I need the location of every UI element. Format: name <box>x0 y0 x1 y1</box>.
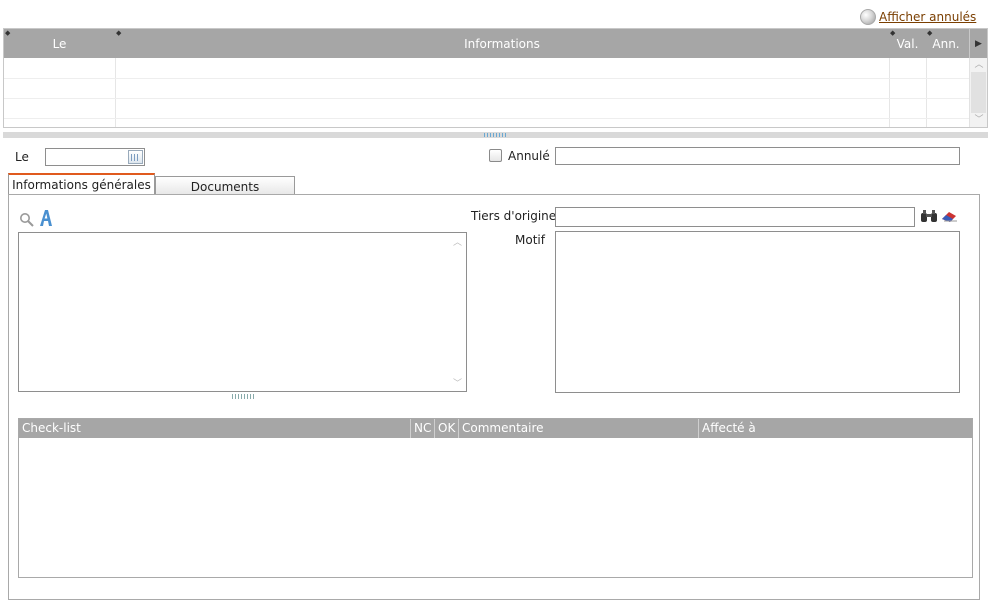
eraser-icon[interactable] <box>940 210 958 223</box>
annule-label: Annulé <box>508 149 550 163</box>
column-header-check-list[interactable]: Check-list <box>19 419 410 438</box>
le-date-field[interactable] <box>45 148 145 166</box>
grid-divider <box>926 58 927 127</box>
grid-row-line <box>4 118 969 119</box>
grid-divider <box>889 58 890 127</box>
radio-icon[interactable] <box>860 9 876 25</box>
history-grid-header: Le Informations Val. Ann. ◆ ◆ ◆ ◆ ▶ <box>4 29 987 58</box>
show-cancelled-link[interactable]: Afficher annulés <box>879 10 976 24</box>
motif-textarea[interactable] <box>555 231 960 393</box>
column-header-affecte-a[interactable]: Affecté à <box>698 419 972 438</box>
le-label: Le <box>15 150 29 164</box>
grid-row-line <box>4 78 969 79</box>
motif-label: Motif <box>515 233 545 247</box>
column-chooser-icon[interactable]: ▶ <box>969 29 987 58</box>
column-header-nc[interactable]: NC <box>410 419 434 438</box>
scroll-down-icon[interactable]: ﹀ <box>970 113 987 127</box>
column-resize-icon: ◆ <box>927 29 933 37</box>
calendar-icon[interactable] <box>128 150 143 164</box>
scrollbar-thumb[interactable] <box>971 72 986 113</box>
font-format-icon[interactable] <box>38 209 54 227</box>
grid-row-line <box>4 98 969 99</box>
scroll-up-icon[interactable]: ︿ <box>453 235 462 248</box>
tiers-origine-label: Tiers d'origine <box>471 209 557 223</box>
annule-reason-field[interactable] <box>555 147 960 165</box>
grid-divider <box>115 58 116 127</box>
annule-checkbox[interactable] <box>489 149 502 162</box>
column-header-commentaire[interactable]: Commentaire <box>458 419 698 438</box>
column-resize-icon: ◆ <box>5 29 11 37</box>
scroll-up-icon[interactable]: ︿ <box>970 58 987 72</box>
column-resize-icon: ◆ <box>890 29 896 37</box>
tiers-origine-field[interactable] <box>555 207 915 227</box>
tab-informations-generales[interactable]: Informations générales <box>8 173 155 195</box>
splitter-grip-icon[interactable] <box>484 133 506 137</box>
binoculars-icon[interactable] <box>920 209 938 223</box>
show-cancelled-toggle[interactable]: Afficher annulés <box>860 9 976 25</box>
column-resize-icon: ◆ <box>116 29 122 37</box>
horizontal-splitter[interactable] <box>3 132 988 138</box>
column-header-ok[interactable]: OK <box>434 419 458 438</box>
column-header-le[interactable]: Le <box>4 29 115 58</box>
history-grid-scrollbar[interactable]: ︿ ﹀ <box>969 58 987 127</box>
checklist-grid[interactable]: Check-list NC OK Commentaire Affecté à <box>18 418 973 578</box>
resize-grip-icon[interactable] <box>232 394 254 399</box>
search-icon[interactable] <box>19 212 35 228</box>
notes-textarea[interactable]: ︿ ﹀ <box>18 232 467 392</box>
history-grid[interactable]: Le Informations Val. Ann. ◆ ◆ ◆ ◆ ▶ ︿ ﹀ <box>3 28 988 128</box>
scroll-down-icon[interactable]: ﹀ <box>453 376 462 389</box>
column-header-informations[interactable]: Informations <box>115 29 889 58</box>
checklist-grid-header: Check-list NC OK Commentaire Affecté à <box>19 419 972 438</box>
